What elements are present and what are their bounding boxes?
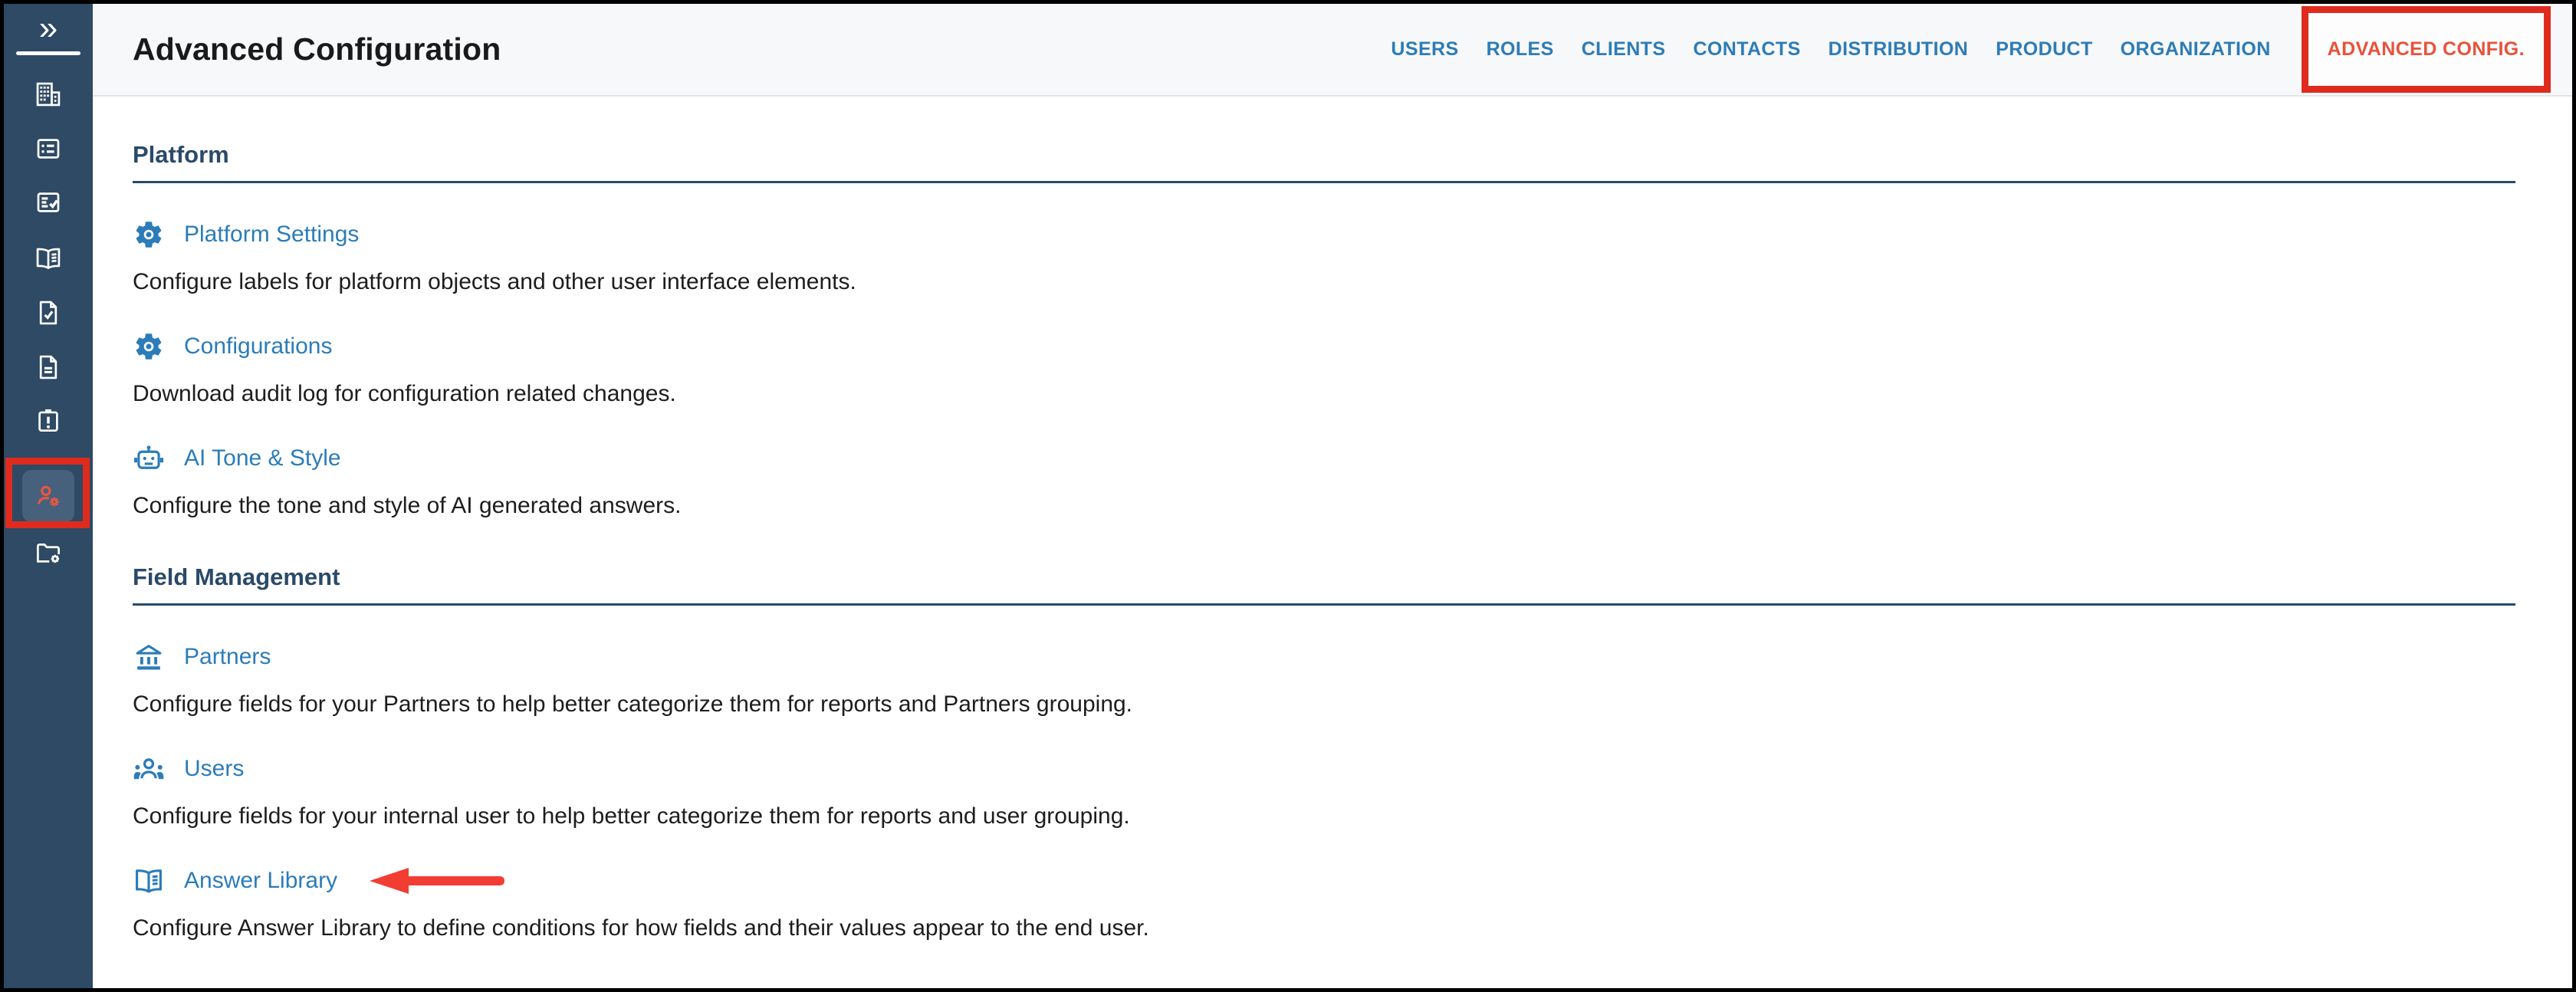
sidebar-item-folder-settings[interactable] [34, 538, 63, 567]
sidebar-item-page-check[interactable] [34, 298, 63, 327]
app-window: » [0, 0, 2576, 992]
page-title: Advanced Configuration [133, 31, 501, 67]
sidebar-expand-button[interactable]: » [4, 8, 93, 48]
link-users[interactable]: Users [184, 756, 244, 782]
description-configurations: Download audit log for configuration rel… [133, 381, 2515, 407]
sidebar-item-book[interactable] [34, 244, 63, 273]
bank-icon [133, 641, 165, 673]
description-partners: Configure fields for your Partners to he… [133, 691, 2515, 718]
list-item: Partners Configure fields for your Partn… [133, 641, 2515, 718]
annotation-arrow [369, 866, 507, 896]
description-answer-library: Configure Answer Library to define condi… [133, 915, 2515, 941]
list-item: AI Tone & Style Configure the tone and s… [133, 442, 2515, 519]
nav-item-clients[interactable]: CLIENTS [1582, 38, 1666, 61]
open-book-icon [133, 865, 165, 897]
nav-item-users[interactable]: USERS [1391, 38, 1458, 61]
sidebar-item-list[interactable] [34, 134, 63, 163]
nav-item-distribution[interactable]: DISTRIBUTION [1829, 38, 1969, 61]
description-platform-settings: Configure labels for platform objects an… [133, 269, 2515, 295]
list-item: Configurations Download audit log for co… [133, 330, 2515, 407]
description-users: Configure fields for your internal user … [133, 803, 2515, 829]
users-icon [133, 753, 165, 785]
gear-icon [133, 218, 165, 251]
building-icon [34, 80, 63, 109]
list-icon [34, 134, 63, 163]
page-header: Advanced Configuration USERS ROLES CLIEN… [93, 4, 2572, 97]
section-title-field-management: Field Management [133, 563, 2515, 606]
robot-icon [133, 442, 165, 475]
page-check-icon [34, 298, 63, 327]
sidebar-item-user-settings[interactable] [34, 481, 63, 511]
user-gear-icon [34, 481, 63, 511]
sidebar-divider [16, 51, 80, 55]
list-item: Platform Settings Configure labels for p… [133, 218, 2515, 295]
checklist-icon [34, 188, 63, 217]
clipboard-alert-icon [34, 406, 63, 435]
sidebar: » [4, 4, 93, 988]
list-item: Answer Library Configure Answer Library … [133, 865, 2515, 941]
open-book-icon [34, 244, 63, 273]
nav-item-advanced-config[interactable]: ADVANCED CONFIG. [2328, 38, 2525, 61]
section-title-platform: Platform [133, 141, 2515, 183]
nav-item-product[interactable]: PRODUCT [1996, 38, 2092, 61]
main-content: Platform Platform Settings Configure lab… [93, 98, 2572, 988]
link-ai-tone-style[interactable]: AI Tone & Style [184, 445, 341, 471]
nav-item-roles[interactable]: ROLES [1487, 38, 1554, 61]
nav-item-organization[interactable]: ORGANIZATION [2121, 38, 2271, 61]
folder-gear-icon [34, 538, 63, 567]
annotation-box-nav: ADVANCED CONFIG. [2302, 6, 2551, 93]
top-nav: USERS ROLES CLIENTS CONTACTS DISTRIBUTIO… [1391, 6, 2551, 93]
description-ai-tone-style: Configure the tone and style of AI gener… [133, 493, 2515, 519]
link-platform-settings[interactable]: Platform Settings [184, 222, 359, 248]
sidebar-item-building[interactable] [34, 80, 63, 109]
link-configurations[interactable]: Configurations [184, 333, 332, 360]
link-answer-library[interactable]: Answer Library [184, 868, 337, 894]
document-icon [34, 353, 63, 382]
link-partners[interactable]: Partners [184, 644, 271, 670]
nav-item-contacts[interactable]: CONTACTS [1693, 38, 1800, 61]
gear-icon [133, 330, 165, 363]
list-item: Users Configure fields for your internal… [133, 753, 2515, 829]
sidebar-item-document[interactable] [34, 353, 63, 382]
sidebar-item-clipboard-alert[interactable] [34, 406, 63, 435]
sidebar-item-checklist[interactable] [34, 188, 63, 217]
